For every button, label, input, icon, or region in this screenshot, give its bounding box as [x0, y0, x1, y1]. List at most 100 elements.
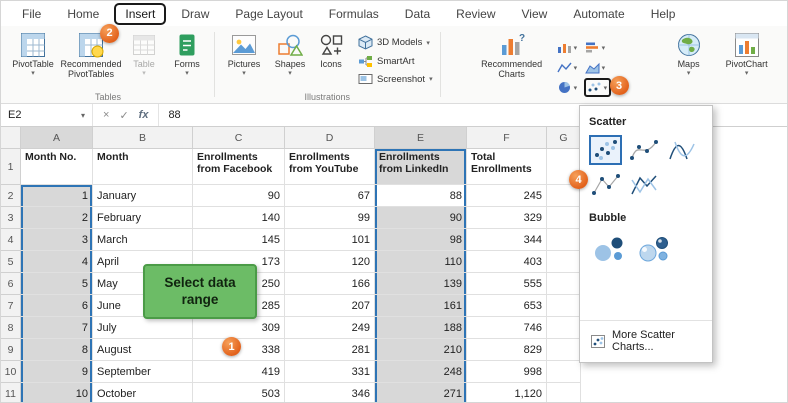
- cell-G7[interactable]: [547, 295, 581, 317]
- cell-D2[interactable]: 67: [285, 185, 375, 207]
- cell-A3[interactable]: 2: [21, 207, 93, 229]
- pivottable-button[interactable]: PivotTable ▾: [7, 28, 59, 78]
- cell-F10[interactable]: 998: [467, 361, 547, 383]
- scatter-smooth-markers-option[interactable]: [627, 135, 660, 165]
- cell-G6[interactable]: [547, 273, 581, 295]
- cell-G9[interactable]: [547, 339, 581, 361]
- cell-D1[interactable]: Enrollments from YouTube: [285, 149, 375, 185]
- forms-button[interactable]: Forms ▾: [165, 28, 209, 78]
- cell-G11[interactable]: [547, 383, 581, 402]
- column-header-E[interactable]: E: [375, 127, 467, 149]
- cell-A8[interactable]: 7: [21, 317, 93, 339]
- row-header-3[interactable]: 3: [1, 207, 21, 229]
- cell-F9[interactable]: 829: [467, 339, 547, 361]
- cell-C4[interactable]: 145: [193, 229, 285, 251]
- cell-G10[interactable]: [547, 361, 581, 383]
- select-all-button[interactable]: [1, 127, 21, 149]
- cell-G8[interactable]: [547, 317, 581, 339]
- cell-E5[interactable]: 110: [375, 251, 467, 273]
- tab-data[interactable]: Data: [394, 3, 441, 25]
- recommended-pivottables-button[interactable]: Recommended PivotTables 2: [59, 24, 123, 80]
- cell-A7[interactable]: 6: [21, 295, 93, 317]
- cell-A11[interactable]: 10: [21, 383, 93, 402]
- scatter-chart-button[interactable]: ▾ 3: [583, 76, 629, 97]
- insert-function-icon[interactable]: fx: [139, 109, 149, 121]
- cell-B9[interactable]: August: [93, 339, 193, 361]
- tab-page-layout[interactable]: Page Layout: [224, 3, 313, 25]
- cell-G5[interactable]: [547, 251, 581, 273]
- row-header-9[interactable]: 9: [1, 339, 21, 361]
- row-header-11[interactable]: 11: [1, 383, 21, 402]
- cell-B10[interactable]: September: [93, 361, 193, 383]
- maps-button[interactable]: Maps ▾: [667, 28, 711, 78]
- cell-A10[interactable]: 9: [21, 361, 93, 383]
- row-header-6[interactable]: 6: [1, 273, 21, 295]
- cell-A9[interactable]: 8: [21, 339, 93, 361]
- tab-help[interactable]: Help: [640, 3, 687, 25]
- column-chart-button[interactable]: ▾: [556, 38, 583, 57]
- row-header-1[interactable]: 1: [1, 149, 21, 185]
- cell-E4[interactable]: 98: [375, 229, 467, 251]
- cell-E1[interactable]: Enrollments from LinkedIn: [375, 149, 467, 185]
- cell-F2[interactable]: 245: [467, 185, 547, 207]
- cell-C10[interactable]: 419: [193, 361, 285, 383]
- cell-A2[interactable]: 1: [21, 185, 93, 207]
- cell-E11[interactable]: 271: [375, 383, 467, 402]
- cell-B2[interactable]: January: [93, 185, 193, 207]
- line-chart-button[interactable]: ▾: [556, 58, 583, 77]
- row-header-2[interactable]: 2: [1, 185, 21, 207]
- cell-F3[interactable]: 329: [467, 207, 547, 229]
- cell-E9[interactable]: 210: [375, 339, 467, 361]
- row-header-7[interactable]: 7: [1, 295, 21, 317]
- cell-E2[interactable]: 88: [375, 185, 467, 207]
- cell-E7[interactable]: 161: [375, 295, 467, 317]
- cell-B1[interactable]: Month: [93, 149, 193, 185]
- column-header-C[interactable]: C: [193, 127, 285, 149]
- screenshot-button[interactable]: Screenshot ▾: [358, 73, 433, 85]
- 3d-models-button[interactable]: 3D Models ▾: [358, 35, 433, 50]
- tab-home[interactable]: Home: [56, 3, 110, 25]
- row-header-5[interactable]: 5: [1, 251, 21, 273]
- cell-G4[interactable]: [547, 229, 581, 251]
- cell-A4[interactable]: 3: [21, 229, 93, 251]
- tab-review[interactable]: Review: [445, 3, 506, 25]
- area-chart-button[interactable]: ▾: [584, 58, 611, 77]
- smartart-button[interactable]: SmartArt: [358, 55, 433, 68]
- cell-F5[interactable]: 403: [467, 251, 547, 273]
- table-button[interactable]: Table ▾: [123, 28, 165, 78]
- scatter-straight-option[interactable]: [627, 170, 660, 200]
- shapes-button[interactable]: Shapes ▾: [268, 28, 312, 78]
- enter-icon[interactable]: ✓: [119, 109, 128, 122]
- tab-insert[interactable]: Insert: [114, 2, 167, 25]
- cell-D3[interactable]: 99: [285, 207, 375, 229]
- cancel-icon[interactable]: ×: [103, 109, 109, 121]
- bubble-3d-option[interactable]: [634, 231, 674, 267]
- cell-B3[interactable]: February: [93, 207, 193, 229]
- cell-D10[interactable]: 331: [285, 361, 375, 383]
- cell-F11[interactable]: 1,120: [467, 383, 547, 402]
- cell-D5[interactable]: 120: [285, 251, 375, 273]
- tab-file[interactable]: File: [11, 3, 52, 25]
- cell-F7[interactable]: 653: [467, 295, 547, 317]
- cell-E6[interactable]: 139: [375, 273, 467, 295]
- cell-F6[interactable]: 555: [467, 273, 547, 295]
- cell-F1[interactable]: Total Enrollments: [467, 149, 547, 185]
- cell-A1[interactable]: Month No.: [21, 149, 93, 185]
- name-box[interactable]: E2 ▾: [1, 104, 93, 126]
- row-header-10[interactable]: 10: [1, 361, 21, 383]
- cell-D6[interactable]: 166: [285, 273, 375, 295]
- cell-C8[interactable]: 309: [193, 317, 285, 339]
- scatter-option[interactable]: [589, 135, 622, 165]
- row-header-8[interactable]: 8: [1, 317, 21, 339]
- cell-D4[interactable]: 101: [285, 229, 375, 251]
- cell-F8[interactable]: 746: [467, 317, 547, 339]
- more-scatter-charts-item[interactable]: More Scatter Charts...: [589, 323, 703, 357]
- cell-A5[interactable]: 4: [21, 251, 93, 273]
- pictures-button[interactable]: Pictures ▾: [220, 28, 268, 78]
- cell-E8[interactable]: 188: [375, 317, 467, 339]
- pie-chart-button[interactable]: ▾: [556, 78, 583, 97]
- formula-input[interactable]: 88: [159, 109, 180, 121]
- pivotchart-button[interactable]: PivotChart ▾: [721, 28, 773, 78]
- row-header-4[interactable]: 4: [1, 229, 21, 251]
- cell-D7[interactable]: 207: [285, 295, 375, 317]
